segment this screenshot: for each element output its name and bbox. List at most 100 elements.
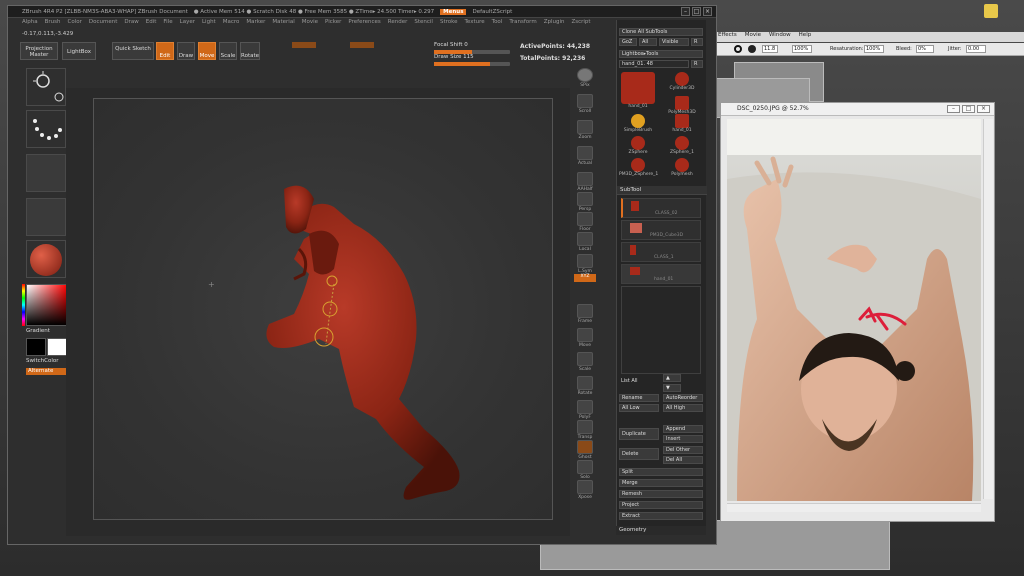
secondary-color-swatch[interactable]	[47, 338, 67, 356]
current-tool-label[interactable]: hand_01. 48	[619, 60, 689, 68]
del-all-button[interactable]: Del All	[663, 456, 703, 464]
menu-item[interactable]: Render	[388, 19, 408, 28]
color-picker[interactable]	[26, 284, 68, 326]
scroll-button[interactable]: Scroll	[574, 94, 596, 114]
menu-item[interactable]: Picker	[325, 19, 341, 28]
menu-item[interactable]: Movie	[302, 19, 318, 28]
minimize-button[interactable]: –	[681, 7, 690, 16]
menu-item[interactable]: Stencil	[414, 19, 433, 28]
menu-movie[interactable]: Movie	[745, 32, 761, 42]
duplicate-button[interactable]: Duplicate	[619, 428, 659, 440]
all-high-button[interactable]: All High	[663, 404, 703, 412]
floor-button[interactable]: Floor	[574, 212, 596, 232]
lightbox-button[interactable]: LightBox	[62, 42, 96, 60]
hue-strip[interactable]	[22, 284, 25, 326]
quick-sketch-button[interactable]: Quick Sketch	[112, 42, 154, 60]
menu-help[interactable]: Help	[799, 32, 812, 42]
scale-view-button[interactable]: Scale	[574, 352, 596, 372]
move-view-button[interactable]: Move	[574, 328, 596, 348]
draw-size-slider[interactable]	[434, 62, 510, 66]
menu-item[interactable]: Stroke	[440, 19, 458, 28]
vertical-scrollbar[interactable]	[983, 119, 993, 499]
move-button[interactable]: Move	[198, 42, 216, 60]
all-button[interactable]: All	[639, 38, 657, 46]
local-button[interactable]: Local	[574, 232, 596, 252]
list-all-button[interactable]: List All	[619, 378, 659, 386]
menu-item[interactable]: Light	[202, 19, 216, 28]
subtool-row[interactable]: CLASS_1	[621, 242, 701, 262]
autoreorder-button[interactable]: AutoReorder	[663, 394, 703, 402]
menu-item[interactable]: Zscript	[571, 19, 590, 28]
brush-thumbnail[interactable]	[26, 68, 66, 106]
zoom-field[interactable]: 100%	[792, 45, 812, 53]
zadd-slider[interactable]	[350, 42, 374, 48]
subtool-header[interactable]: SubTool	[617, 186, 707, 195]
brush-tip-icon[interactable]	[748, 45, 756, 53]
menu-item[interactable]: Color	[68, 19, 82, 28]
actual-button[interactable]: Actual	[574, 146, 596, 166]
menu-item[interactable]: Marker	[246, 19, 265, 28]
r-button[interactable]: R	[691, 38, 703, 46]
folder-icon[interactable]	[984, 4, 998, 18]
brush-preset-icon[interactable]	[734, 45, 742, 53]
rotate-button[interactable]: Rotate	[240, 42, 260, 60]
subtool-row[interactable]: CLASS_02	[621, 198, 701, 218]
menu-item[interactable]: Draw	[124, 19, 138, 28]
projection-master-button[interactable]: Projection Master	[20, 42, 58, 60]
r-button-2[interactable]: R	[691, 60, 703, 68]
switchcolor-button[interactable]: SwitchColor	[26, 358, 59, 364]
rename-button[interactable]: Rename	[619, 394, 659, 402]
alpha-thumbnail[interactable]	[26, 154, 66, 192]
aahalf-button[interactable]: AAHalf	[574, 172, 596, 192]
xpose-button[interactable]: Xpose	[574, 480, 596, 500]
project-button[interactable]: Project	[619, 501, 703, 509]
menu-item[interactable]: Document	[89, 19, 118, 28]
menu-item[interactable]: File	[163, 19, 172, 28]
remesh-button[interactable]: Remesh	[619, 490, 703, 498]
stroke-thumbnail[interactable]	[26, 110, 66, 148]
menu-item[interactable]: Tool	[492, 19, 503, 28]
tool-thumb[interactable]: PM3D_ZSphere_1	[619, 158, 658, 184]
xyz-button[interactable]: XYZ	[574, 274, 596, 282]
zoom-button[interactable]: Zoom	[574, 120, 596, 140]
gradient-label[interactable]: Gradient	[26, 328, 50, 334]
jitter-field[interactable]: 0.00	[966, 45, 986, 53]
clone-all-subtools-button[interactable]: Clone All SubTools	[619, 28, 703, 36]
texture-thumbnail[interactable]	[26, 198, 66, 236]
lightbox-tools-button[interactable]: Lightbox▸Tools	[619, 50, 703, 58]
ghost-button[interactable]: Ghost	[574, 440, 596, 460]
draw-button[interactable]: Draw	[177, 42, 195, 60]
resaturation-field[interactable]: 100%	[864, 45, 884, 53]
close-button[interactable]: ×	[977, 105, 990, 113]
maximize-button[interactable]: □	[962, 105, 975, 113]
merge-button[interactable]: Merge	[619, 479, 703, 487]
menu-item[interactable]: Macro	[223, 19, 240, 28]
brush-size-field[interactable]: 11.8	[762, 45, 778, 53]
solo-button[interactable]: Solo	[574, 460, 596, 480]
reference-photo-window[interactable]: DSC_0250.JPG @ 52.7% – □ ×	[720, 102, 995, 522]
arrow-up-button[interactable]: ▲	[663, 374, 681, 382]
tool-thumb[interactable]: Polymesh	[663, 158, 701, 184]
goz-button[interactable]: GoZ	[619, 38, 637, 46]
transp-button[interactable]: Transp	[574, 420, 596, 440]
menu-item[interactable]: Brush	[45, 19, 61, 28]
polyf-button[interactable]: PolyF	[574, 400, 596, 420]
menu-item[interactable]: Preferences	[348, 19, 380, 28]
edit-button[interactable]: Edit	[156, 42, 174, 60]
bleed-field[interactable]: 0%	[916, 45, 934, 53]
tool-thumb[interactable]: hand_01	[619, 72, 657, 112]
menu-item[interactable]: Zplugin	[544, 19, 565, 28]
subtool-row[interactable]: PM3D_Cube3D	[621, 220, 701, 240]
tool-thumb[interactable]: Cylinder3D	[663, 72, 701, 98]
menus-button[interactable]: Menus	[440, 8, 467, 15]
insert-button[interactable]: Insert	[663, 435, 703, 443]
visible-button[interactable]: Visible	[659, 38, 689, 46]
arrow-down-button[interactable]: ▼	[663, 384, 681, 392]
append-button[interactable]: Append	[663, 425, 703, 433]
zbrush-window[interactable]: ZBrush 4R4 P2 [ZLBB-NM3S-ABA3-WHAP] ZBru…	[7, 5, 717, 545]
close-button[interactable]: ×	[703, 7, 712, 16]
delete-button[interactable]: Delete	[619, 448, 659, 460]
menu-window[interactable]: Window	[769, 32, 791, 42]
rgb-slider[interactable]	[292, 42, 316, 48]
rotate-view-button[interactable]: Rotate	[574, 376, 596, 396]
